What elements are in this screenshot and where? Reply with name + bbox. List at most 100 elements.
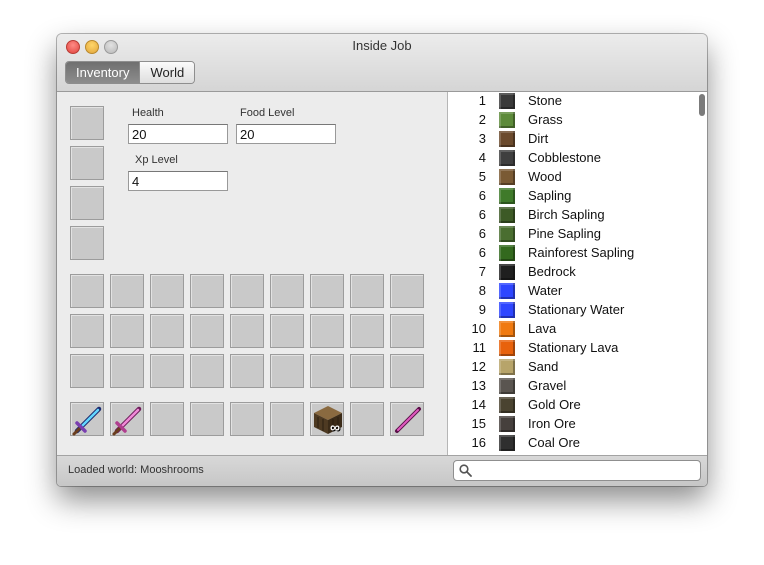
list-item[interactable]: 13 Gravel <box>448 377 694 396</box>
hotbar-slot-7[interactable]: ∞ <box>310 402 344 436</box>
list-item[interactable]: 3 Dirt <box>448 130 694 149</box>
inventory-slot[interactable] <box>110 274 144 308</box>
item-name: Gold Ore <box>528 397 581 412</box>
inventory-slot[interactable] <box>390 314 424 348</box>
item-list[interactable]: 1 Stone 2 Grass 3 Dirt 4 Cobblestone 5 Wood 6 Sapli… <box>448 92 707 455</box>
list-item[interactable]: 9 Stationary Water <box>448 301 694 320</box>
list-item[interactable]: 16 Coal Ore <box>448 434 694 453</box>
list-scrollbar[interactable] <box>699 94 705 116</box>
item-name: Birch Sapling <box>528 207 605 222</box>
inventory-slot[interactable] <box>190 274 224 308</box>
list-item[interactable]: 6 Sapling <box>448 187 694 206</box>
list-item[interactable]: 10 Lava <box>448 320 694 339</box>
inventory-slot[interactable] <box>230 314 264 348</box>
enchanted-sword-icon <box>112 406 142 436</box>
inventory-slot[interactable] <box>230 274 264 308</box>
inventory-slot[interactable] <box>150 354 184 388</box>
armor-slot-leggings[interactable] <box>70 186 104 220</box>
stick-icon <box>395 407 421 433</box>
inventory-panel: Health Food Level Xp Level <box>57 92 447 455</box>
armor-slot-chestplate[interactable] <box>70 146 104 180</box>
gravel-icon <box>499 378 515 394</box>
list-item[interactable]: 6 Birch Sapling <box>448 206 694 225</box>
inventory-slot[interactable] <box>390 274 424 308</box>
inventory-slot[interactable] <box>190 354 224 388</box>
hotbar-slot-8[interactable] <box>350 402 384 436</box>
inventory-slot[interactable] <box>270 354 304 388</box>
pine-sapling-icon <box>499 226 515 242</box>
hotbar-slot-1[interactable] <box>70 402 104 436</box>
hotbar-slot-2[interactable] <box>110 402 144 436</box>
item-name: Sapling <box>528 188 572 203</box>
list-item[interactable]: 7 Bedrock <box>448 263 694 282</box>
inventory-slot[interactable] <box>150 274 184 308</box>
item-name: Sand <box>528 359 559 374</box>
list-item[interactable]: 11 Stationary Lava <box>448 339 694 358</box>
list-item[interactable]: 4 Cobblestone <box>448 149 694 168</box>
list-item[interactable]: 12 Sand <box>448 358 694 377</box>
item-name: Coal Ore <box>528 435 581 450</box>
item-name: Rainforest Sapling <box>528 245 635 260</box>
tab-inventory[interactable]: Inventory <box>66 62 140 83</box>
item-id: 3 <box>478 131 486 146</box>
hotbar-slot-5[interactable] <box>230 402 264 436</box>
hotbar-slot-3[interactable] <box>150 402 184 436</box>
stone-icon <box>499 93 515 109</box>
food-level-label: Food Level <box>240 107 295 119</box>
inventory-slot[interactable] <box>70 354 104 388</box>
list-item[interactable]: 6 Pine Sapling <box>448 225 694 244</box>
list-item[interactable]: 8 Water <box>448 282 694 301</box>
status-text: Loaded world: Mooshrooms <box>68 464 204 476</box>
inventory-slot[interactable] <box>390 354 424 388</box>
xp-level-field[interactable] <box>128 171 228 191</box>
inventory-slot[interactable] <box>310 314 344 348</box>
stationary-water-icon <box>499 302 515 318</box>
inventory-slot[interactable] <box>270 314 304 348</box>
inventory-slot[interactable] <box>310 274 344 308</box>
dirt-icon <box>499 131 515 147</box>
item-name: Stationary Water <box>528 302 625 317</box>
item-name: Lava <box>528 321 557 336</box>
inventory-slot[interactable] <box>350 314 384 348</box>
item-name: Iron Ore <box>528 416 576 431</box>
list-item[interactable]: 2 Grass <box>448 111 694 130</box>
armor-slot-boots[interactable] <box>70 226 104 260</box>
view-segmented-control: Inventory World <box>65 61 196 84</box>
hotbar-slot-6[interactable] <box>270 402 304 436</box>
inventory-slot[interactable] <box>110 354 144 388</box>
item-id: 6 <box>478 207 486 222</box>
hotbar-slot-9[interactable] <box>390 402 424 436</box>
item-name: Cobblestone <box>528 150 601 165</box>
inventory-slot[interactable] <box>150 314 184 348</box>
health-field[interactable] <box>128 124 228 144</box>
inventory-slot[interactable] <box>230 354 264 388</box>
grass-icon <box>499 112 515 128</box>
list-item[interactable]: 5 Wood <box>448 168 694 187</box>
inventory-slot[interactable] <box>310 354 344 388</box>
search-input[interactable] <box>476 462 700 481</box>
inventory-slot[interactable] <box>190 314 224 348</box>
search-field[interactable] <box>453 460 701 481</box>
list-item[interactable]: 15 Iron Ore <box>448 415 694 434</box>
food-level-field[interactable] <box>236 124 336 144</box>
inventory-slot[interactable] <box>270 274 304 308</box>
rainforest-sapling-icon <box>499 245 515 261</box>
tab-world[interactable]: World <box>139 62 195 83</box>
item-name: Stone <box>528 93 562 108</box>
inventory-slot[interactable] <box>70 274 104 308</box>
health-label: Health <box>132 107 164 119</box>
list-item[interactable]: 1 Stone <box>448 92 694 111</box>
inventory-slot[interactable] <box>70 314 104 348</box>
armor-slot-helmet[interactable] <box>70 106 104 140</box>
inventory-slot[interactable] <box>350 274 384 308</box>
list-item[interactable]: 6 Rainforest Sapling <box>448 244 694 263</box>
item-name: Water <box>528 283 563 298</box>
inventory-slot[interactable] <box>350 354 384 388</box>
item-id: 5 <box>478 169 486 184</box>
list-item[interactable]: 14 Gold Ore <box>448 396 694 415</box>
birch-sapling-icon <box>499 207 515 223</box>
item-id: 6 <box>478 188 486 203</box>
hotbar-slot-4[interactable] <box>190 402 224 436</box>
inventory-slot[interactable] <box>110 314 144 348</box>
item-name: Gravel <box>528 378 567 393</box>
